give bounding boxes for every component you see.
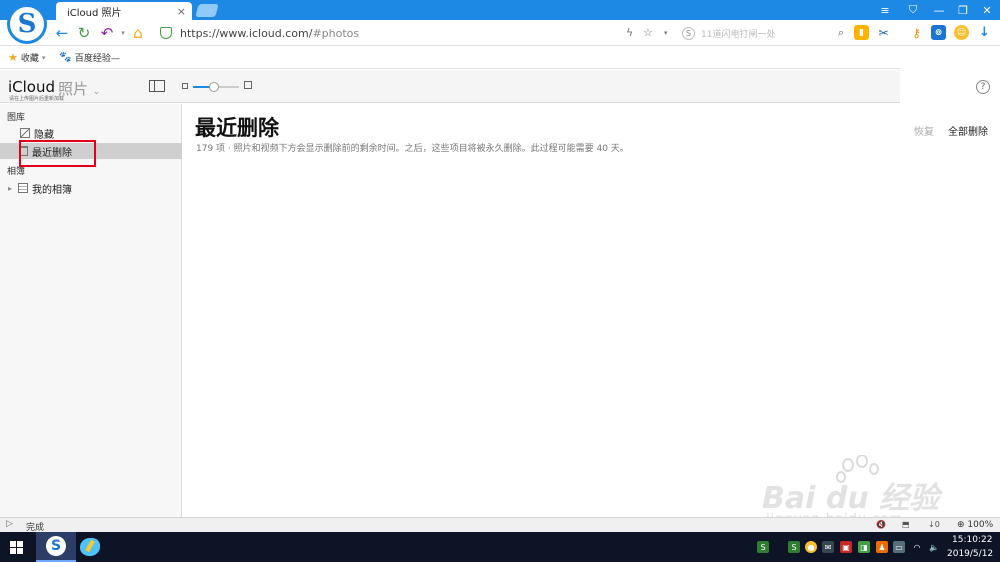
extension-reader-icon[interactable]: ▮: [854, 25, 869, 40]
battery-icon[interactable]: ▭: [893, 541, 905, 553]
bookmarks-bar: ★ 收藏 ▾ 🐾 百度经验—: [0, 47, 1000, 69]
tab-title: iCloud 照片: [67, 7, 122, 19]
play-icon[interactable]: ▷: [6, 519, 13, 529]
thumbnail-size-slider[interactable]: [193, 82, 239, 92]
back-icon[interactable]: ←: [52, 23, 72, 43]
wifi-icon[interactable]: ◠: [911, 541, 923, 553]
expand-caret-icon[interactable]: ▸: [8, 184, 12, 193]
mute-icon[interactable]: 🔇: [876, 520, 886, 529]
delete-all-button[interactable]: 全部删除: [948, 123, 988, 138]
app-switcher[interactable]: 照片 ⌄: [58, 78, 100, 99]
home-icon[interactable]: ⌂: [128, 23, 148, 43]
emoji-icon[interactable]: ☺: [954, 25, 969, 40]
sogou-browser-logo[interactable]: S: [7, 4, 47, 44]
download-count-icon[interactable]: ↓0: [928, 520, 940, 529]
zoom-level[interactable]: ⊕ 100%: [957, 520, 993, 530]
taskbar-paint[interactable]: [70, 532, 110, 562]
bookmark-baidu-jingyan[interactable]: 🐾 百度经验—: [59, 51, 119, 64]
tray-yellow-icon[interactable]: ●: [805, 541, 817, 553]
watermark-text: Bai du 经验: [762, 481, 940, 516]
minimize-button[interactable]: —: [928, 0, 950, 20]
icloud-brand[interactable]: iCloud: [8, 78, 55, 96]
browser-tab[interactable]: iCloud 照片 ×: [56, 2, 192, 20]
bookmark-label: 百度经验—: [74, 54, 120, 64]
thumbnail-large-icon[interactable]: [244, 81, 252, 89]
icloud-subtitle: 请在上传图片后重新加载: [9, 96, 65, 102]
help-icon[interactable]: ?: [976, 80, 990, 94]
close-window-button[interactable]: ✕: [976, 0, 998, 20]
sidebar-item-label: 我的相簿: [32, 184, 73, 196]
tray-nvidia-icon[interactable]: ◨: [858, 541, 870, 553]
chevron-down-icon: ▾: [41, 53, 46, 62]
sogou-icon: S: [46, 536, 66, 556]
page-description: 179 项 · 照片和视频下方会显示删除前的剩余时间。之后，这些项目将被永久删除…: [196, 144, 629, 154]
new-tab-button[interactable]: [195, 4, 219, 17]
address-dropdown-icon[interactable]: ▾: [664, 23, 668, 43]
tray-qq-icon[interactable]: ♟: [876, 541, 888, 553]
baidu-paw-logo: [836, 455, 879, 483]
search-placeholder: 11道闪电打闸一处: [701, 29, 776, 40]
address-toolbar: ← ↻ ↶ ▾ ⌂ https://www.icloud.com/#photos…: [0, 20, 1000, 46]
sidebar-toggle-icon[interactable]: [149, 80, 165, 92]
skin-icon[interactable]: ⛉: [902, 0, 924, 20]
tray-sogou-icon[interactable]: S: [788, 541, 800, 553]
thumbnail-small-icon[interactable]: [182, 83, 188, 89]
extension-blue-icon[interactable]: ⊚: [931, 25, 946, 40]
menu-icon[interactable]: ≡: [874, 0, 896, 20]
search-box[interactable]: S 11道闪电打闸一处 ⌕: [682, 23, 844, 43]
chevron-down-icon: ⌄: [92, 87, 101, 97]
bookmark-favorites[interactable]: ★ 收藏 ▾: [8, 51, 45, 64]
tray-wechat-icon[interactable]: ✉: [822, 541, 834, 553]
tab-close-icon[interactable]: ×: [177, 5, 186, 18]
refresh-icon[interactable]: ↻: [74, 23, 94, 43]
sidebar-item-label: 隐藏: [34, 129, 54, 141]
maximize-button[interactable]: ❐: [952, 0, 974, 20]
favorite-star-icon[interactable]: ☆: [643, 23, 653, 43]
windows-start-icon[interactable]: [10, 541, 23, 554]
icloud-header: iCloud 照片 ⌄ 请在上传图片后重新加载: [0, 70, 1000, 103]
baidu-paw-icon: 🐾: [59, 52, 72, 63]
windows-taskbar: S S S ● ✉ ▣ ◨ ♟ ▭ ◠ 🔈: [0, 532, 1000, 562]
library-heading: 图库: [7, 113, 26, 123]
browser-titlebar: iCloud 照片 × ≡ ⛉ — ❐ ✕: [0, 0, 1000, 20]
address-bar[interactable]: https://www.icloud.com/#photos: [156, 23, 676, 43]
url-fragment: #photos: [312, 26, 360, 40]
help-area: ?: [900, 66, 1000, 104]
tray-red-icon[interactable]: ▣: [840, 541, 852, 553]
lightning-icon[interactable]: ϟ: [626, 23, 633, 43]
screen: iCloud 照片 × ≡ ⛉ — ❐ ✕ S ← ↻ ↶ ▾ ⌂ https:…: [0, 0, 1000, 562]
album-icon: [18, 183, 29, 193]
search-engine-icon[interactable]: S: [682, 26, 695, 40]
bookmark-label: 收藏: [20, 54, 39, 64]
url-host: https://www.icloud.com/: [180, 26, 313, 40]
search-icon[interactable]: ⌕: [838, 26, 844, 40]
key-icon[interactable]: ⚷: [909, 25, 924, 40]
screenshot-scissors-icon[interactable]: ✂: [876, 25, 891, 40]
star-icon: ★: [8, 51, 18, 64]
tray-sogou-input-icon[interactable]: S: [757, 541, 769, 553]
clock-date[interactable]: 2019/5/12: [947, 549, 993, 559]
clock-time[interactable]: 15:10:22: [952, 535, 992, 545]
secure-shield-icon: [160, 27, 172, 39]
browser-statusbar: ▷ 完成 🔇 ⬒ ↓0 ⊕ 100%: [0, 517, 1000, 533]
window-icon[interactable]: ⬒: [902, 520, 910, 529]
download-icon[interactable]: ↓: [977, 25, 992, 40]
volume-icon[interactable]: 🔈: [928, 541, 940, 553]
restore-button[interactable]: 恢复: [914, 123, 934, 138]
hidden-icon: [20, 128, 30, 138]
sidebar-item-hidden[interactable]: 隐藏: [0, 125, 182, 141]
sidebar-item-my-albums[interactable]: ▸ 我的相簿: [0, 180, 182, 196]
page-title: 最近删除: [195, 116, 279, 140]
annotation-highlight-box: [19, 140, 96, 167]
paint-icon: [80, 538, 100, 556]
slider-knob[interactable]: [208, 82, 219, 92]
